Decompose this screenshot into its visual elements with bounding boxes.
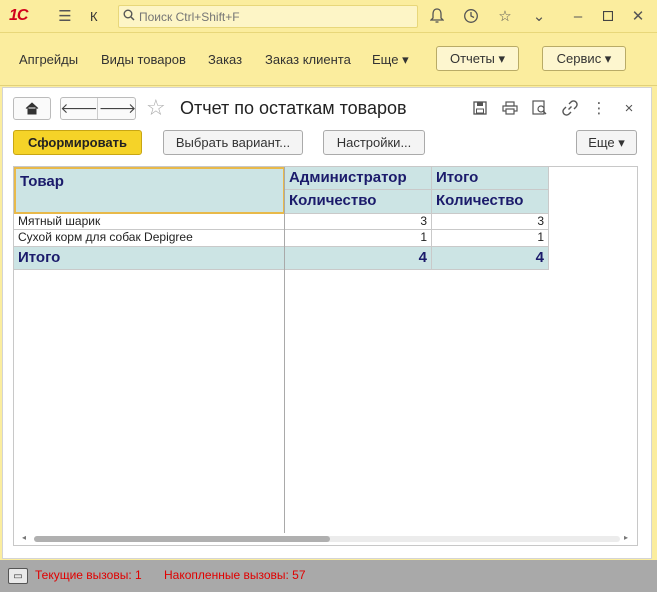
nav-arrows: 🡐 🡒	[60, 97, 136, 120]
print-icon[interactable]	[501, 99, 519, 117]
link-icon[interactable]	[561, 99, 579, 117]
nav-link-client-order[interactable]: Заказ клиента	[265, 52, 351, 67]
column-divider	[284, 167, 285, 533]
search-input[interactable]	[139, 10, 409, 24]
section-panel: Апгрейды Виды товаров Заказ Заказ клиент…	[0, 33, 657, 86]
preview-icon[interactable]	[531, 99, 549, 117]
horizontal-scrollbar[interactable]: ◂ ▸	[22, 533, 632, 543]
header-administrator[interactable]: Администратор	[285, 167, 432, 190]
more-actions-icon[interactable]: ⋮	[590, 99, 608, 117]
close-window-icon[interactable]: ✕	[628, 6, 648, 26]
windows-icon[interactable]: ▭	[8, 568, 28, 584]
generate-button[interactable]: Сформировать	[13, 130, 142, 155]
report-form: 🡐 🡒 ☆ Отчет по остаткам товаров ⋮ × Сфор…	[2, 87, 652, 559]
row-item[interactable]: Мятный шарик	[14, 214, 285, 230]
home-icon	[25, 102, 39, 115]
row-total[interactable]: 1	[432, 230, 549, 247]
favorite-star-icon[interactable]: ☆	[146, 95, 166, 121]
close-form-icon[interactable]: ×	[620, 99, 638, 117]
search-icon	[123, 9, 135, 24]
reports-button[interactable]: Отчеты ▾	[436, 46, 519, 71]
total-row-qty[interactable]: 4	[285, 247, 432, 270]
minimize-icon[interactable]: –	[568, 6, 588, 26]
row-total[interactable]: 3	[432, 214, 549, 230]
app-title: К	[90, 9, 98, 24]
title-bar: 1С ☰ К ☆ ⌄ – ✕	[0, 0, 657, 33]
status-bar: ▭ Текущие вызовы: 1 Накопленные вызовы: …	[0, 560, 657, 592]
history-icon[interactable]	[461, 6, 481, 26]
nav-link-upgrades[interactable]: Апгрейды	[19, 52, 78, 67]
bell-icon[interactable]	[427, 6, 447, 26]
global-search[interactable]	[118, 5, 418, 28]
total-row-total[interactable]: 4	[432, 247, 549, 270]
chevron-down-icon[interactable]: ⌄	[529, 6, 549, 26]
row-item[interactable]: Сухой корм для собак Depigree	[14, 230, 285, 247]
save-icon[interactable]	[471, 99, 489, 117]
back-arrow-icon[interactable]: 🡐	[60, 98, 98, 119]
nav-more-menu[interactable]: Еще ▾	[372, 52, 409, 68]
form-title: Отчет по остаткам товаров	[180, 98, 407, 118]
forward-arrow-icon[interactable]: 🡒	[99, 98, 137, 119]
settings-button[interactable]: Настройки...	[323, 130, 425, 155]
accumulated-calls: Накопленные вызовы: 57	[164, 568, 306, 582]
service-button[interactable]: Сервис ▾	[542, 46, 626, 71]
form-more-button[interactable]: Еще ▾	[576, 130, 637, 155]
subheader-quantity-total[interactable]: Количество	[432, 190, 549, 214]
current-calls: Текущие вызовы: 1	[35, 568, 142, 582]
scroll-thumb[interactable]	[34, 536, 330, 542]
total-row-label[interactable]: Итого	[14, 247, 285, 270]
scroll-left-icon[interactable]: ◂	[22, 533, 26, 542]
row-qty[interactable]: 3	[285, 214, 432, 230]
favorites-star-icon[interactable]: ☆	[495, 6, 515, 26]
row-qty[interactable]: 1	[285, 230, 432, 247]
header-item[interactable]: Товар	[14, 167, 285, 214]
scroll-right-icon[interactable]: ▸	[624, 533, 628, 542]
app-logo: 1С	[9, 7, 28, 24]
header-total[interactable]: Итого	[432, 167, 549, 190]
home-button[interactable]	[13, 97, 51, 120]
report-spreadsheet[interactable]: Товар Администратор Итого Количество Кол…	[13, 166, 638, 546]
nav-link-order[interactable]: Заказ	[208, 52, 242, 67]
maximize-icon[interactable]	[598, 6, 618, 26]
menu-icon[interactable]: ☰	[55, 6, 75, 26]
choose-variant-button[interactable]: Выбрать вариант...	[163, 130, 303, 155]
nav-link-product-types[interactable]: Виды товаров	[101, 52, 186, 67]
subheader-quantity[interactable]: Количество	[285, 190, 432, 214]
